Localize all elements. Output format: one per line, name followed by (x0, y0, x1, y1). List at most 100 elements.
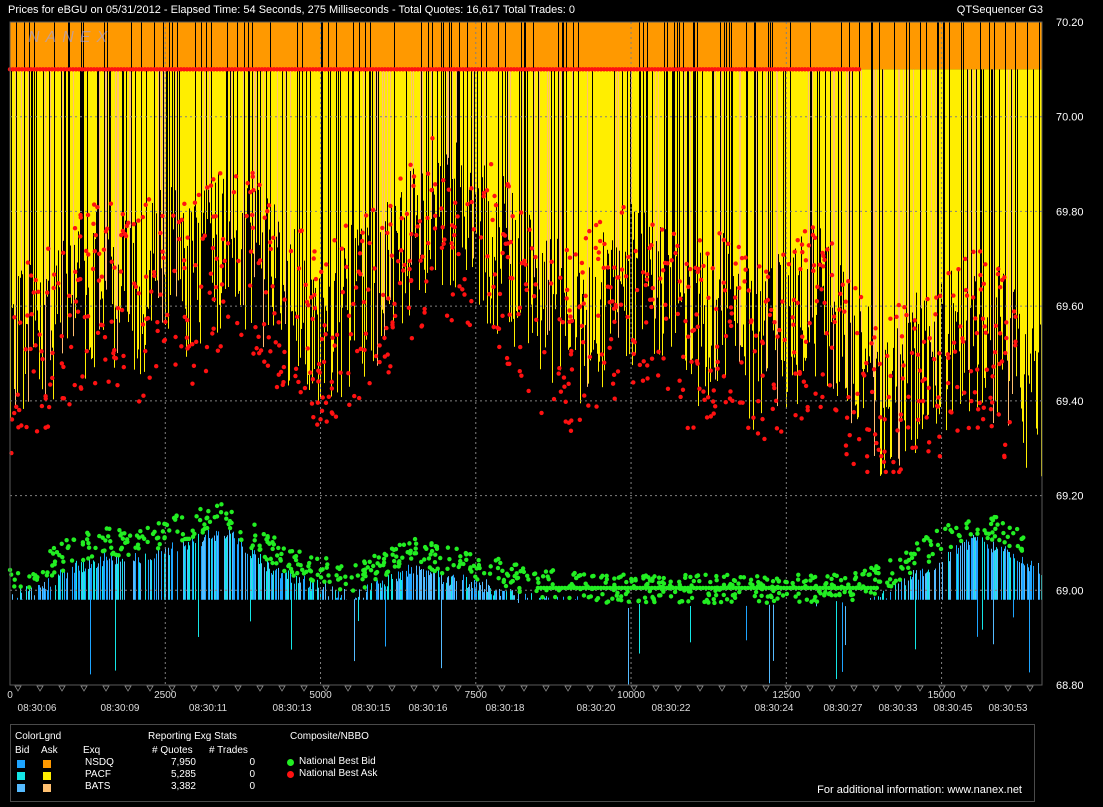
pacf-ask-band (583, 69, 584, 280)
pacf-ask-band (902, 69, 903, 345)
nba-point (649, 304, 654, 310)
pacf-ask-band (323, 69, 324, 298)
exchange-bid-band (112, 560, 113, 600)
nba-point (504, 355, 510, 361)
nba-point (276, 320, 281, 325)
nbb-point (759, 593, 764, 598)
nba-point (256, 334, 261, 340)
pacf-ask-band (875, 69, 876, 401)
nba-point (958, 324, 963, 329)
nsdq-ask-band (386, 22, 387, 70)
exchange-bid-band (474, 579, 475, 600)
nbb-point (503, 583, 509, 589)
nba-point (968, 368, 974, 374)
nba-point (439, 245, 445, 251)
exchange-bid-band (413, 573, 414, 600)
nsdq-ask-band (260, 22, 261, 70)
nsdq-ask-band (604, 22, 605, 70)
exchange-bid-band (28, 591, 29, 600)
nsdq-ask-band (547, 22, 548, 70)
tick-marker (564, 685, 572, 692)
nba-point (84, 348, 89, 354)
nba-point (418, 258, 423, 263)
exchange-bid-band (381, 587, 382, 600)
pacf-ask-band (358, 69, 359, 246)
exchange-bid-band (417, 574, 418, 600)
pacf-ask-band (214, 69, 215, 303)
exchange-bid-band (325, 582, 326, 600)
tick-marker (278, 685, 286, 692)
nsdq-ask-band (314, 22, 315, 70)
pacf-ask-band (419, 69, 420, 291)
nba-point (90, 266, 96, 272)
pacf-ask-band (22, 69, 23, 275)
nsdq-ask-band (184, 22, 185, 70)
nsdq-ask-band (235, 22, 236, 70)
nsdq-ask-band (739, 22, 740, 70)
nba-point (763, 269, 769, 274)
nsdq-ask-band (865, 22, 866, 70)
pacf-ask-band (948, 69, 949, 334)
nba-point (917, 368, 923, 373)
exchange-bid-band (118, 555, 119, 600)
pacf-ask-band (964, 69, 965, 373)
exchange-bid-band (845, 606, 846, 646)
footer-link[interactable]: For additional information: www.nanex.ne… (817, 784, 1022, 796)
pacf-ask-band (776, 69, 777, 336)
pacf-ask-band (884, 69, 885, 469)
nba-point (66, 293, 72, 298)
nba-point (401, 268, 406, 273)
nba-point (265, 363, 271, 368)
nsdq-ask-band (199, 22, 200, 70)
nba-point (141, 393, 146, 398)
nba-point (190, 381, 195, 386)
exchange-bid-band (285, 573, 286, 600)
nba-point (937, 351, 942, 356)
nsdq-ask-band (921, 22, 922, 70)
nba-point (997, 285, 1003, 290)
nsdq-ask-band (324, 22, 325, 70)
nba-point (843, 443, 849, 448)
nba-point (213, 284, 219, 290)
pacf-ask-band (272, 69, 273, 308)
nbb-point (985, 535, 990, 541)
nsdq-ask-band (854, 22, 855, 70)
nsdq-ask-band (306, 22, 307, 70)
nsdq-ask-band (115, 22, 116, 70)
pacf-ask-band (777, 69, 778, 407)
exchange-bid-band (48, 578, 49, 600)
pacf-ask-band (138, 69, 139, 350)
nsdq-ask-band (654, 22, 655, 70)
pacf-ask-band (368, 69, 369, 236)
exchange-bid-band (472, 588, 473, 600)
nbb-point (71, 537, 76, 542)
nsdq-ask-band (197, 22, 198, 70)
nbb-point (509, 566, 514, 572)
nsdq-ask-band (1029, 22, 1030, 70)
pacf-ask-band (215, 69, 216, 183)
pacf-ask-band (305, 69, 306, 365)
nsdq-ask-band (873, 22, 874, 70)
exchange-bid-band (974, 537, 975, 600)
nba-point (392, 301, 397, 307)
tick-marker (916, 685, 924, 692)
pacf-ask-band (650, 69, 651, 260)
nbb-point (567, 595, 572, 601)
nba-point (256, 260, 261, 266)
exchange-bid-band (517, 599, 518, 600)
nba-point (593, 245, 598, 251)
exchange-bid-band (1024, 565, 1025, 600)
pacf-ask-band (574, 69, 575, 320)
tick-marker (586, 685, 594, 692)
pacf-ask-band (528, 69, 529, 344)
pacf-ask-band (433, 69, 434, 189)
x-tick-label: 10000 (617, 690, 645, 701)
nbb-point (464, 551, 469, 556)
nbb-point (400, 555, 405, 560)
nba-point (597, 238, 603, 244)
nsdq-ask-band (624, 22, 625, 70)
nba-point (842, 309, 847, 314)
pacf-ask-band (344, 69, 345, 249)
nsdq-ask-band (612, 22, 613, 70)
nbb-point (993, 514, 999, 520)
